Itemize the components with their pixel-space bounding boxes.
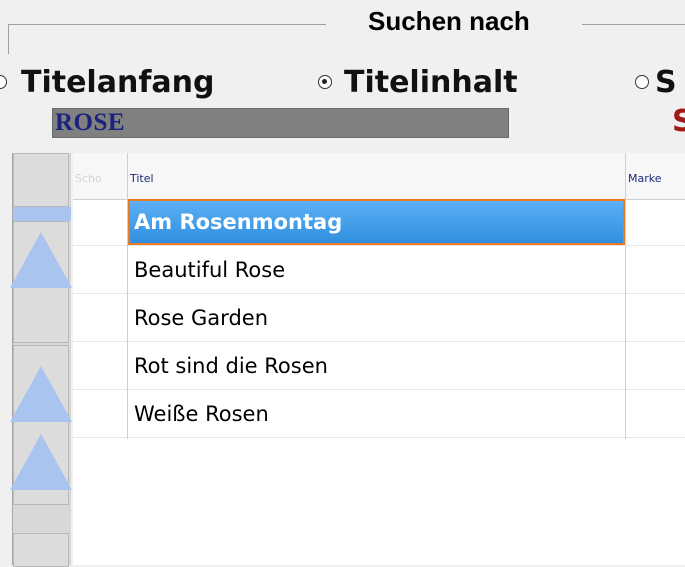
table-row[interactable]: Rot sind die Rosen	[73, 343, 685, 390]
table-row[interactable]: Weiße Rosen	[73, 391, 685, 438]
row-title-cell: Rot sind die Rosen	[134, 354, 328, 378]
column-separator[interactable]	[625, 153, 626, 439]
radio-titelinhalt[interactable]: Titelinhalt	[318, 60, 518, 104]
radio-unchecked-icon	[0, 75, 7, 89]
column-separator[interactable]	[127, 153, 128, 439]
search-input[interactable]	[52, 108, 509, 138]
scroll-page-up-button[interactable]	[10, 221, 72, 343]
scroll-line-up-button[interactable]	[10, 345, 72, 505]
radio-unchecked-icon	[635, 75, 649, 89]
row-title-cell: Weiße Rosen	[134, 402, 269, 426]
status-text-fragment: S	[672, 106, 685, 138]
column-header-titel[interactable]: Titel	[128, 153, 625, 199]
table-row[interactable]: Am Rosenmontag	[73, 199, 685, 246]
radio-titelanfang-label: Titelanfang	[21, 64, 215, 100]
radio-checked-icon	[318, 75, 332, 89]
group-frame-left	[8, 24, 9, 54]
scroll-up-arrow-icon	[10, 366, 72, 422]
table-row[interactable]: Rose Garden	[73, 295, 685, 342]
column-header-scho[interactable]: Scho	[73, 153, 127, 199]
scroll-top-button[interactable]	[13, 153, 69, 207]
scroll-thumb[interactable]	[13, 207, 71, 221]
row-title-cell: Beautiful Rose	[134, 258, 286, 282]
row-title-cell: Am Rosenmontag	[128, 199, 625, 245]
radio-titelinhalt-label: Titelinhalt	[344, 64, 518, 100]
group-frame-top-left	[8, 24, 326, 25]
scroll-up-arrow-icon	[10, 232, 72, 288]
scroll-bottom-button[interactable]	[13, 533, 69, 567]
radio-third-option[interactable]: S	[635, 60, 677, 104]
radio-third-option-label: S	[655, 64, 677, 100]
table-header: Scho Titel Marke	[73, 153, 685, 200]
table-row[interactable]: Beautiful Rose	[73, 247, 685, 294]
search-group-title: Suchen nach	[368, 6, 530, 36]
radio-titelanfang[interactable]: Titelanfang	[0, 60, 214, 104]
group-frame-top-right	[582, 24, 685, 25]
scroll-column	[10, 153, 72, 567]
results-table: Scho Titel Marke Am Rosenmontag Beautifu…	[73, 153, 685, 565]
column-header-marke[interactable]: Marke	[626, 153, 685, 199]
scroll-up-arrow-icon	[10, 434, 72, 490]
row-title-cell: Rose Garden	[134, 306, 268, 330]
